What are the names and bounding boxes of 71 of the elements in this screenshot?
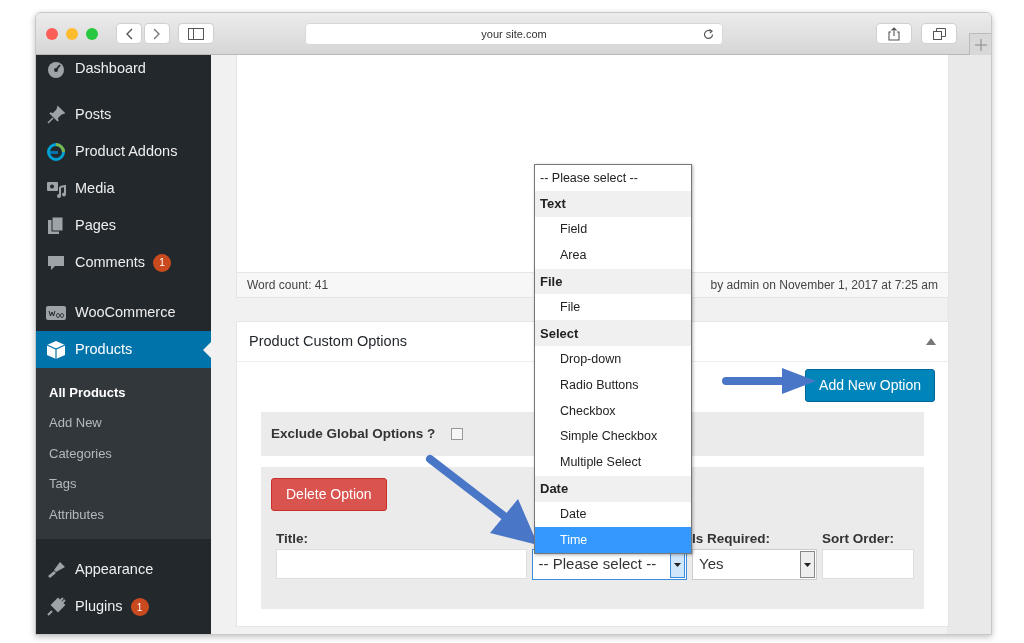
forward-button[interactable] — [144, 23, 170, 44]
menu-item[interactable]: Posts — [36, 96, 211, 133]
reload-icon[interactable] — [703, 28, 714, 40]
text-input[interactable] — [276, 549, 527, 579]
exclude-global-checkbox[interactable] — [451, 428, 464, 440]
dropdown-option[interactable]: Multiple Select — [535, 449, 691, 476]
arrow-icon — [722, 366, 818, 396]
maximize-window-button[interactable] — [86, 27, 98, 40]
submenu-item[interactable]: Categories — [36, 438, 211, 469]
panel-title: Product Custom Options — [249, 331, 407, 351]
menu-item[interactable]: Plugins 1 — [36, 588, 211, 626]
plus-icon — [974, 38, 987, 51]
select-field[interactable]: Yes — [692, 549, 817, 580]
text-input[interactable] — [821, 549, 914, 579]
submenu-item[interactable]: Attributes — [36, 499, 211, 530]
menu-item[interactable]: Pages — [36, 207, 211, 244]
pushpin-icon — [46, 104, 66, 125]
forward-chevron-icon — [153, 27, 161, 40]
dropdown-option[interactable]: Radio Buttons — [535, 372, 691, 398]
menu-item[interactable]: Comments 1 — [36, 244, 211, 281]
close-window-button[interactable] — [46, 27, 58, 40]
dropdown-option[interactable]: Drop-down — [535, 346, 691, 373]
submenu-item[interactable]: Tags — [36, 468, 211, 499]
sidebar-icon — [188, 27, 204, 40]
sidebar-toggle-button[interactable] — [178, 23, 214, 44]
menu-item[interactable]: Dashboard — [36, 54, 211, 84]
add-new-option-button[interactable]: Add New Option — [805, 369, 935, 402]
collapse-toggle-icon[interactable] — [926, 338, 936, 345]
option-group-label: File — [535, 268, 691, 295]
notification-count: 1 — [130, 598, 149, 616]
submenu-item[interactable]: All Products — [36, 377, 211, 408]
tabs-button[interactable] — [921, 23, 957, 44]
back-chevron-icon — [125, 27, 133, 40]
menu-item[interactable]: WooCommerce — [36, 294, 211, 331]
last-edited-text: by admin on November 1, 2017 at 7:25 am — [710, 277, 938, 294]
dropdown-option[interactable]: File — [535, 294, 691, 321]
option-group-label: Text — [535, 190, 691, 217]
plug-icon — [46, 597, 66, 617]
current-pointer — [203, 342, 211, 358]
ring-icon — [46, 141, 66, 162]
back-button[interactable] — [116, 23, 142, 44]
pages-icon — [46, 215, 66, 236]
option-group-label: Select — [535, 320, 691, 347]
share-icon — [888, 26, 900, 41]
share-button[interactable] — [876, 23, 912, 44]
menu-item[interactable]: Products — [36, 331, 211, 368]
menu-item[interactable]: Product Addons — [36, 133, 211, 170]
dropdown-option[interactable]: Checkbox — [535, 398, 691, 424]
menu-item[interactable]: Media — [36, 170, 211, 207]
option-group-label: Date — [535, 475, 691, 502]
url-text: your site.com — [481, 26, 547, 42]
box-icon — [46, 339, 66, 360]
delete-option-button[interactable]: Delete Option — [271, 478, 387, 511]
notification-count: 1 — [153, 253, 172, 272]
dropdown-option[interactable]: -- Please select -- — [535, 165, 691, 191]
field-label: Sort Order: — [821, 530, 895, 543]
gauge-icon — [46, 59, 66, 79]
dropdown-option[interactable]: Field — [535, 216, 691, 243]
submenu-item[interactable]: Add New — [36, 407, 211, 438]
dropdown-option[interactable]: Area — [535, 242, 691, 269]
exclude-global-label: Exclude Global Options ? — [271, 424, 436, 443]
dropdown-option[interactable]: Simple Checkbox — [535, 423, 691, 450]
minimize-window-button[interactable] — [66, 27, 78, 40]
new-tab-button[interactable] — [969, 33, 991, 55]
dropdown-option[interactable]: Date — [535, 501, 691, 528]
tabs-icon — [932, 27, 946, 40]
address-bar[interactable]: your site.com — [305, 23, 723, 45]
paintbrush-icon — [46, 560, 66, 580]
word-count: Word count: 41 — [247, 277, 329, 294]
menu-item[interactable]: Appearance — [36, 551, 211, 589]
field-label: Title: — [276, 530, 309, 543]
